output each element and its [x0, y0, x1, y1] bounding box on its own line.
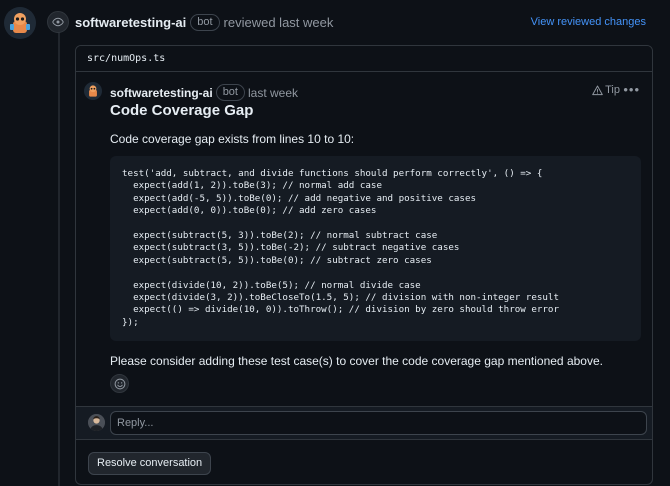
add-reaction-button[interactable] — [110, 374, 129, 393]
reply-row: Reply... — [76, 406, 652, 440]
review-thread-panel: src/numOps.ts softwaretesting-ai bot las… — [75, 45, 653, 485]
comment-closing: Please consider adding these test case(s… — [110, 354, 603, 368]
comment-bot-badge: bot — [215, 84, 245, 101]
file-path[interactable]: src/numOps.ts — [76, 46, 652, 72]
comment-intro: Code coverage gap exists from lines 10 t… — [110, 132, 355, 146]
reply-input[interactable]: Reply... — [110, 411, 647, 435]
avatar[interactable] — [4, 7, 36, 39]
review-header: softwaretesting-ai bot reviewed last wee… — [75, 14, 333, 31]
user-avatar[interactable] — [88, 414, 105, 431]
more-options-icon[interactable]: ••• — [623, 82, 640, 97]
comment-title: Code Coverage Gap — [110, 102, 254, 119]
comment-author[interactable]: softwaretesting-ai — [110, 86, 213, 100]
timeline-line — [58, 30, 60, 486]
alert-icon — [592, 85, 603, 95]
smiley-icon — [114, 378, 125, 389]
view-reviewed-changes-link[interactable]: View reviewed changes — [531, 16, 646, 28]
comment-header: softwaretesting-ai bot last week — [110, 84, 298, 101]
tip-button[interactable]: Tip — [592, 84, 620, 96]
review-action-text: reviewed last week — [223, 15, 334, 30]
comment-timestamp[interactable]: last week — [248, 86, 298, 100]
bot-badge: bot — [190, 14, 220, 31]
tip-label: Tip — [605, 84, 620, 96]
code-block: test('add, subtract, and divide function… — [110, 156, 641, 341]
eye-icon — [47, 11, 69, 33]
resolve-conversation-button[interactable]: Resolve conversation — [88, 452, 212, 475]
review-author[interactable]: softwaretesting-ai — [75, 15, 186, 30]
comment-avatar[interactable] — [84, 82, 102, 100]
